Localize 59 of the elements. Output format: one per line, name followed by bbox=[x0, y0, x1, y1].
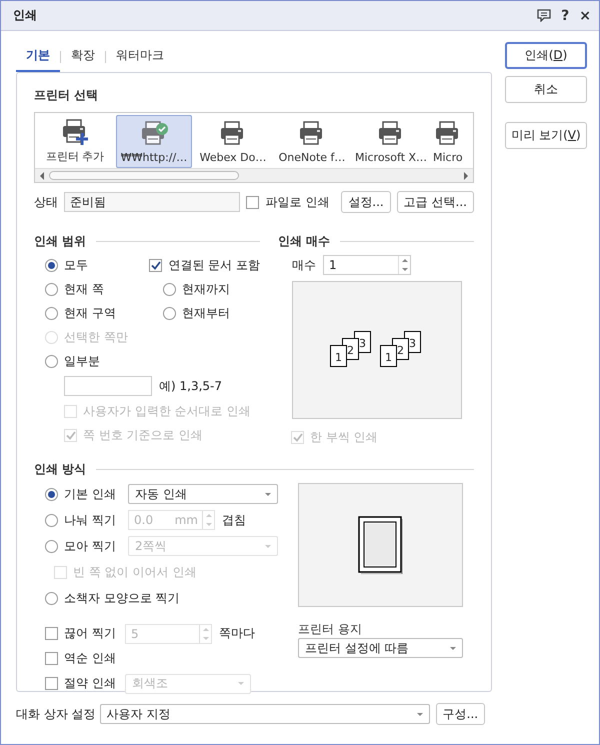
section-title: 인쇄 방식 bbox=[34, 460, 86, 478]
section-title: 인쇄 매수 bbox=[278, 232, 330, 250]
checkbox-option[interactable]: 끊어 찍기 bbox=[45, 624, 116, 644]
checkbox-option[interactable]: 절약 인쇄 bbox=[45, 674, 116, 694]
printer-item[interactable]: OneNote f… bbox=[274, 115, 350, 168]
section-title: 프린터 용지 bbox=[298, 621, 363, 638]
section-title: 프린터 선택 bbox=[34, 87, 100, 104]
help-button[interactable]: ? bbox=[561, 8, 570, 24]
printer-settings-button[interactable]: 설정... bbox=[341, 191, 391, 213]
horizontal-scrollbar[interactable] bbox=[35, 168, 473, 182]
unit-label: 겹침 bbox=[222, 512, 246, 528]
copies-label: 매수 bbox=[292, 256, 316, 274]
dropdown[interactable]: 자동 인쇄 bbox=[128, 484, 278, 504]
page-sheet: 1 bbox=[380, 345, 397, 367]
radio-option[interactable]: 현재 구역 bbox=[45, 303, 116, 323]
radio-option[interactable]: 현재부터 bbox=[163, 303, 230, 323]
checkmark-icon bbox=[150, 260, 161, 270]
printer-item[interactable]: Micro bbox=[432, 115, 464, 168]
window-title: 인쇄 bbox=[13, 7, 38, 24]
radio-option[interactable]: 모두 bbox=[45, 255, 88, 275]
section-title: 인쇄 범위 bbox=[34, 232, 86, 250]
example-hint: 예) 1,3,5-7 bbox=[159, 378, 222, 394]
radio-option[interactable]: 모아 찍기 bbox=[45, 536, 116, 556]
page-sheet: 1 bbox=[330, 345, 347, 367]
printer-settings-button[interactable]: 고급 선택... bbox=[396, 191, 474, 213]
status-field: 준비됨 bbox=[64, 192, 240, 212]
tab[interactable]: 확장 bbox=[61, 41, 105, 72]
radio-option[interactable]: 소책자 모양으로 찍기 bbox=[45, 588, 180, 608]
dialog-button[interactable]: 인쇄(D) bbox=[505, 42, 587, 69]
printer-check-icon bbox=[139, 120, 169, 148]
dialog-settings-label: 대화 상자 설정 bbox=[16, 706, 96, 722]
page-range-field[interactable] bbox=[64, 376, 152, 396]
printer-item[interactable]: Webex Do… bbox=[195, 115, 271, 168]
configure-button[interactable]: 구성... bbox=[436, 703, 486, 725]
comment-icon[interactable] bbox=[537, 9, 552, 22]
tab[interactable]: 워터마크 bbox=[106, 41, 174, 72]
checkmark-icon bbox=[66, 430, 76, 440]
radio-option[interactable]: 현재 쪽 bbox=[45, 279, 104, 299]
dialog-button[interactable]: 취소 bbox=[505, 76, 587, 103]
radio-option[interactable]: 일부분 bbox=[45, 351, 100, 371]
printer-plus-icon bbox=[60, 118, 90, 146]
checkbox-option[interactable]: 연결된 문서 포함 bbox=[149, 255, 260, 275]
printer-item[interactable]: 프린터 추가 bbox=[37, 115, 113, 168]
dialog-button[interactable]: 미리 보기(V) bbox=[505, 122, 587, 149]
radio-option[interactable]: 현재까지 bbox=[163, 279, 230, 299]
checkmark-icon bbox=[292, 432, 302, 442]
dropdown[interactable]: 사용자 지정 bbox=[100, 704, 430, 724]
printer-item[interactable]: ₩₩http://… bbox=[116, 115, 192, 168]
radio-option[interactable]: 나눠 찍기 bbox=[45, 510, 116, 530]
radio-option[interactable]: 기본 인쇄 bbox=[45, 484, 116, 504]
dropdown[interactable]: 프린터 설정에 따름 bbox=[298, 638, 463, 658]
printer-item[interactable]: Microsoft X… bbox=[353, 115, 429, 168]
page-drawing bbox=[358, 516, 403, 574]
close-button[interactable]: × bbox=[579, 8, 591, 24]
status-label: 상태 bbox=[34, 194, 58, 210]
checkbox-option[interactable]: 역순 인쇄 bbox=[45, 648, 116, 668]
spin-box[interactable]: 1 bbox=[323, 255, 411, 275]
unit-label: 쪽마다 bbox=[219, 625, 255, 642]
checkbox-option[interactable]: 파일로 인쇄 bbox=[246, 192, 330, 212]
